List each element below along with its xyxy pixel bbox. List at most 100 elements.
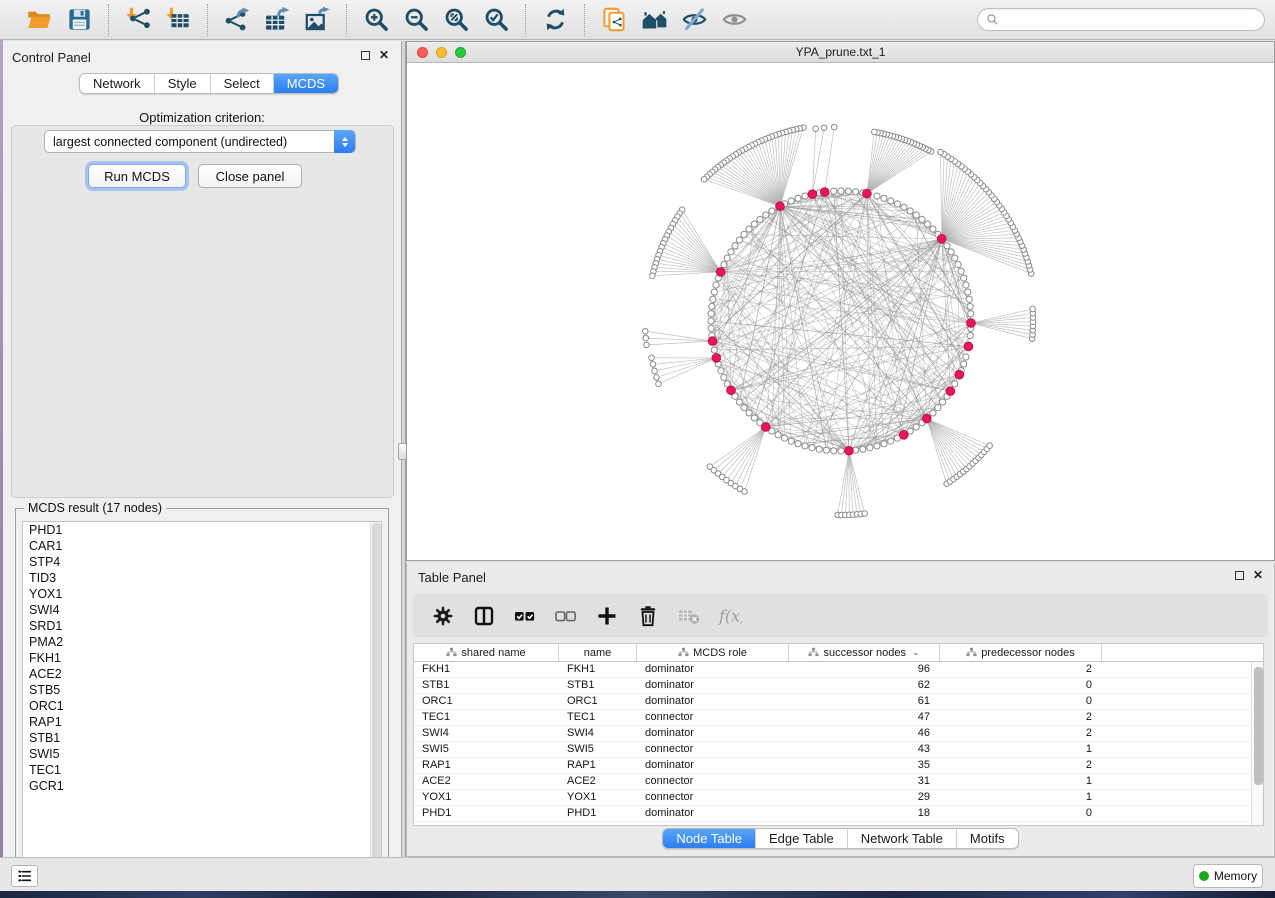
- table-row[interactable]: TEC1TEC1connector472: [414, 710, 1263, 726]
- mcds-result-item[interactable]: PMA2: [23, 634, 381, 650]
- mcds-result-item[interactable]: ACE2: [23, 666, 381, 682]
- tab-mcds[interactable]: MCDS: [273, 74, 338, 93]
- mcds-result-item[interactable]: SWI4: [23, 602, 381, 618]
- show-hidden-button[interactable]: [717, 4, 751, 36]
- table-cell: ACE2: [414, 774, 559, 789]
- refresh-layout-button[interactable]: [538, 4, 572, 36]
- search-field[interactable]: [977, 8, 1265, 31]
- mcds-result-item[interactable]: YOX1: [23, 586, 381, 602]
- toggle-columns-button[interactable]: [472, 604, 496, 628]
- settings-gear-button[interactable]: [431, 604, 455, 628]
- toggle-columns-icon: [472, 604, 496, 628]
- add-column-button[interactable]: [595, 604, 619, 628]
- delete-column-icon: [636, 604, 660, 628]
- mcds-result-list[interactable]: PHD1CAR1STP4TID3YOX1SWI4SRD1PMA2FKH1ACE2…: [22, 521, 382, 873]
- tab-edge-table[interactable]: Edge Table: [755, 829, 847, 848]
- save-session-button[interactable]: [62, 4, 96, 36]
- close-table-panel-icon[interactable]: ✕: [1253, 571, 1263, 580]
- memory-status-icon: [1199, 871, 1209, 881]
- function-builder-button[interactable]: f(x): [718, 604, 742, 628]
- import-network-icon: [125, 6, 152, 33]
- export-network-button[interactable]: [220, 4, 254, 36]
- tab-select[interactable]: Select: [210, 74, 273, 93]
- mcds-result-item[interactable]: TID3: [23, 570, 381, 586]
- select-all-button[interactable]: [513, 604, 537, 628]
- mcds-result-item[interactable]: SWI5: [23, 746, 381, 762]
- mcds-result-item[interactable]: STB1: [23, 730, 381, 746]
- control-panel-tabs: NetworkStyleSelectMCDS: [79, 73, 339, 94]
- table-row[interactable]: RAP1RAP1dominator352: [414, 758, 1263, 774]
- table-row[interactable]: ACE2ACE2connector311: [414, 774, 1263, 790]
- hide-selected-button[interactable]: [677, 4, 711, 36]
- memory-button[interactable]: Memory: [1193, 864, 1263, 888]
- float-panel-icon[interactable]: [361, 51, 370, 60]
- mcds-result-item[interactable]: RAP1: [23, 714, 381, 730]
- network-home-button[interactable]: [637, 4, 671, 36]
- run-mcds-button[interactable]: Run MCDS: [88, 164, 186, 188]
- status-menu-button[interactable]: [11, 865, 38, 887]
- mcds-result-item[interactable]: STP4: [23, 554, 381, 570]
- table-cell: TEC1: [414, 710, 559, 725]
- table-row[interactable]: SWI4SWI4dominator462: [414, 726, 1263, 742]
- import-table-button[interactable]: [161, 4, 195, 36]
- column-header-predecessor-nodes[interactable]: predecessor nodes: [940, 644, 1102, 661]
- import-network-button[interactable]: [121, 4, 155, 36]
- table-row[interactable]: FKH1FKH1dominator962: [414, 662, 1263, 678]
- tab-node-table[interactable]: Node Table: [663, 829, 755, 848]
- table-row[interactable]: STB1STB1dominator620: [414, 678, 1263, 694]
- optimization-criterion-select[interactable]: largest connected component (undirected): [44, 130, 356, 153]
- export-image-button[interactable]: [300, 4, 334, 36]
- table-cell: dominator: [637, 758, 789, 773]
- float-table-panel-icon[interactable]: [1235, 571, 1244, 580]
- delete-column-button[interactable]: [636, 604, 660, 628]
- column-header-MCDS-role[interactable]: MCDS role: [637, 644, 789, 661]
- mcds-result-item[interactable]: ORC1: [23, 698, 381, 714]
- mcds-result-item[interactable]: SRD1: [23, 618, 381, 634]
- search-input[interactable]: [1004, 13, 1256, 27]
- export-table-icon: [264, 6, 291, 33]
- mcds-result-item[interactable]: GCR1: [23, 778, 381, 794]
- deselect-all-button[interactable]: [554, 604, 578, 628]
- table-row[interactable]: ORC1ORC1dominator610: [414, 694, 1263, 710]
- zoom-in-button[interactable]: [359, 4, 393, 36]
- shared-column-icon: [966, 647, 977, 658]
- mcds-result-item[interactable]: STB5: [23, 682, 381, 698]
- open-session-button[interactable]: [22, 4, 56, 36]
- tab-style[interactable]: Style: [154, 74, 210, 93]
- network-window-titlebar[interactable]: YPA_prune.txt_1: [407, 42, 1274, 63]
- table-cell: connector: [637, 742, 789, 757]
- zoom-out-button[interactable]: [399, 4, 433, 36]
- table-cell: ORC1: [559, 694, 637, 709]
- export-image-icon: [304, 6, 331, 33]
- mcds-result-item[interactable]: PHD1: [23, 522, 381, 538]
- zoom-fit-button[interactable]: [439, 4, 473, 36]
- sort-chevron-icon: ⌄: [912, 647, 920, 658]
- table-cell: ORC1: [414, 694, 559, 709]
- table-row[interactable]: SWI5SWI5connector431: [414, 742, 1263, 758]
- mcds-result-item[interactable]: FKH1: [23, 650, 381, 666]
- column-header-successor-nodes[interactable]: successor nodes⌄: [789, 644, 940, 661]
- table-scrollbar[interactable]: [1251, 662, 1263, 825]
- table-cell: FKH1: [559, 662, 637, 677]
- table-row[interactable]: YOX1YOX1connector291: [414, 790, 1263, 806]
- destroy-table-button[interactable]: [677, 604, 701, 628]
- close-panel-icon[interactable]: ✕: [379, 51, 389, 60]
- tab-network-table[interactable]: Network Table: [847, 829, 956, 848]
- close-panel-button[interactable]: Close panel: [198, 164, 302, 188]
- zoom-selected-button[interactable]: [479, 4, 513, 36]
- mcds-list-scrollbar[interactable]: [370, 522, 381, 872]
- network-graph-canvas[interactable]: [407, 63, 1274, 560]
- mcds-result-item[interactable]: TEC1: [23, 762, 381, 778]
- refresh-layout-icon: [542, 6, 569, 33]
- tab-motifs[interactable]: Motifs: [956, 829, 1018, 848]
- mcds-result-item[interactable]: CAR1: [23, 538, 381, 554]
- table-row[interactable]: PHD1PHD1dominator180: [414, 806, 1263, 822]
- table-cell: 2: [940, 710, 1102, 725]
- tab-network[interactable]: Network: [80, 74, 154, 93]
- column-header-shared-name[interactable]: shared name: [414, 644, 559, 661]
- hide-selected-icon: [681, 6, 708, 33]
- clone-network-button[interactable]: [597, 4, 631, 36]
- export-table-button[interactable]: [260, 4, 294, 36]
- column-header-name[interactable]: name: [559, 644, 637, 661]
- table-cell: 61: [789, 694, 940, 709]
